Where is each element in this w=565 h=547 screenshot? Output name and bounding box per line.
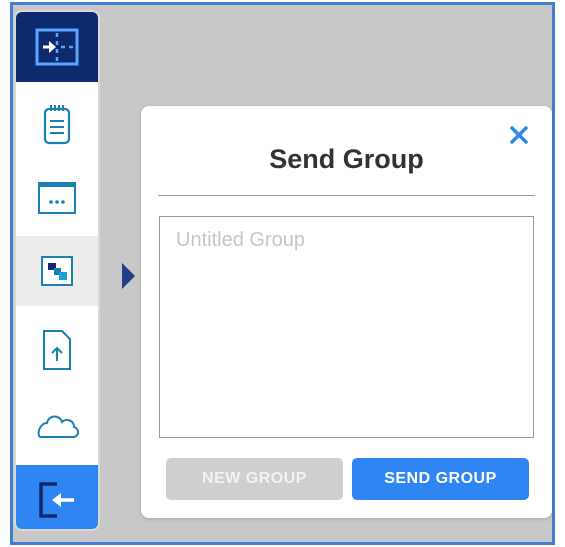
tiles-icon: [41, 256, 73, 286]
cloud-icon: [37, 415, 79, 438]
dialog-pointer: [122, 263, 135, 289]
exit-arrow-icon: [39, 482, 74, 518]
new-group-button[interactable]: NEW GROUP: [166, 458, 343, 500]
sidebar-item-notes[interactable]: [16, 90, 98, 160]
send-group-dialog: Send Group NEW GROUP SEND GROUP: [141, 106, 552, 518]
sidebar-item-window[interactable]: [16, 163, 98, 233]
sidebar-item-exit[interactable]: [16, 465, 98, 529]
notepad-icon: [43, 105, 71, 145]
title-divider: [158, 195, 535, 196]
send-group-button[interactable]: SEND GROUP: [352, 458, 529, 500]
file-upload-icon: [43, 330, 71, 370]
panel-arrow-in-icon: [35, 28, 79, 66]
sidebar: [14, 10, 100, 531]
sidebar-item-groups[interactable]: [16, 236, 98, 306]
browser-window-icon: [38, 182, 76, 214]
sidebar-item-cloud[interactable]: [16, 391, 98, 461]
sidebar-item-upload[interactable]: [16, 315, 98, 385]
sidebar-item-collapse-panel[interactable]: [16, 12, 98, 82]
close-icon: [510, 126, 528, 144]
dialog-title: Send Group: [269, 144, 424, 174]
group-name-input[interactable]: [159, 216, 534, 438]
